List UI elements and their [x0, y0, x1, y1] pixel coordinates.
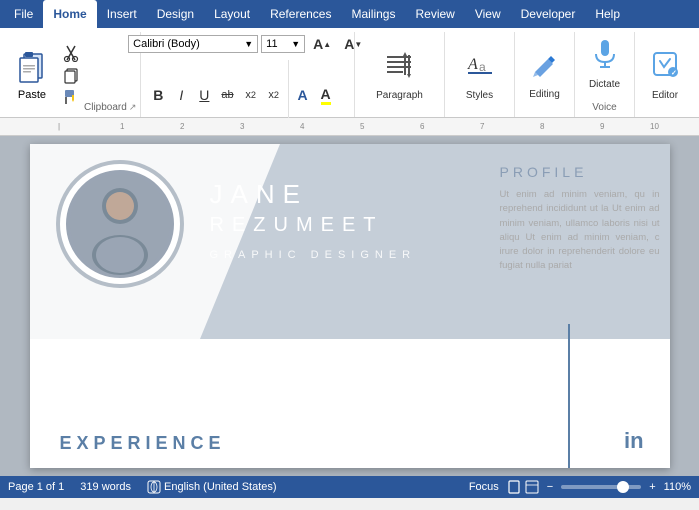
font-group: Calibri (Body) ▼ 11 ▼ A▲ A▼ B I U ab x2 … — [141, 32, 355, 117]
clipboard-group-label: Clipboard — [84, 100, 127, 115]
format-painter-button[interactable] — [58, 87, 84, 107]
editor-label: Editor — [652, 90, 678, 101]
resume-avatar — [60, 164, 180, 284]
text-effects-button[interactable]: A — [292, 85, 314, 105]
editor-icon: ✓ — [650, 49, 680, 88]
resume-profile-section: PROFILE Ut enim ad minim veniam, qu in r… — [500, 164, 660, 274]
resume-role: GRAPHIC DESIGNER — [210, 249, 417, 261]
tab-layout[interactable]: Layout — [204, 0, 260, 28]
zoom-thumb — [617, 481, 629, 493]
zoom-slider[interactable] — [561, 485, 641, 489]
view-modes — [507, 480, 539, 494]
word-count: 319 words — [80, 481, 131, 493]
resume-last-name: REZUMEET — [210, 214, 384, 237]
styles-icon: A a — [464, 49, 496, 88]
document-page[interactable]: JANE REZUMEET GRAPHIC DESIGNER PROFILE U… — [30, 144, 670, 468]
superscript-button[interactable]: x2 — [263, 87, 285, 103]
tab-file[interactable]: File — [4, 0, 43, 28]
italic-button[interactable]: I — [170, 85, 192, 105]
subscript-button[interactable]: x2 — [240, 87, 262, 103]
paragraph-label: Paragraph — [376, 90, 423, 101]
zoom-out-button[interactable]: − — [547, 481, 553, 493]
svg-text:in: in — [624, 428, 644, 453]
resume-experience-title: EXPERIENCE — [60, 433, 226, 454]
status-bar: Page 1 of 1 319 words English (United St… — [0, 476, 699, 498]
tab-design[interactable]: Design — [147, 0, 204, 28]
tab-mailings[interactable]: Mailings — [341, 0, 405, 28]
styles-label: Styles — [466, 90, 493, 101]
resume-experience-section: EXPERIENCE in — [60, 426, 670, 460]
zoom-in-button[interactable]: + — [649, 481, 655, 493]
ruler: | 1 2 3 4 5 6 7 8 9 10 — [0, 118, 699, 136]
clipboard-small-buttons — [58, 34, 84, 115]
print-layout-icon[interactable] — [507, 480, 521, 494]
font-size-select[interactable]: 11 ▼ — [261, 35, 305, 53]
svg-text:a: a — [479, 60, 486, 74]
resume-wrapper: JANE REZUMEET GRAPHIC DESIGNER PROFILE U… — [30, 144, 670, 468]
highlight-button[interactable]: A — [315, 84, 337, 107]
resume-profile-heading: PROFILE — [500, 164, 660, 180]
ribbon: Paste Clipboard ↗ Calibri (Body) — [0, 28, 699, 118]
editing-label: Editing — [529, 89, 560, 100]
tab-view[interactable]: View — [465, 0, 511, 28]
styles-group: A a Styles — [445, 32, 515, 117]
zoom-level[interactable]: 110% — [664, 481, 691, 493]
tab-review[interactable]: Review — [405, 0, 464, 28]
editing-button[interactable]: Editing — [520, 46, 570, 104]
dictate-label: Dictate — [589, 79, 620, 90]
editing-icon — [530, 50, 560, 87]
editor-group: ✓ Editor — [635, 32, 695, 117]
resume-first-name: JANE — [210, 179, 308, 210]
svg-text:A: A — [467, 56, 478, 73]
language-icon — [147, 480, 161, 494]
strikethrough-button[interactable]: ab — [216, 87, 238, 103]
editing-group: Editing — [515, 32, 575, 117]
tab-developer[interactable]: Developer — [511, 0, 586, 28]
paragraph-button[interactable]: Paragraph — [368, 45, 431, 105]
editor-button[interactable]: ✓ Editor — [640, 45, 690, 105]
styles-button[interactable]: A a Styles — [455, 45, 505, 105]
tab-help[interactable]: Help — [585, 0, 630, 28]
paragraph-group: Paragraph — [355, 32, 445, 117]
clipboard-expand-icon[interactable]: ↗ — [129, 102, 137, 113]
tab-home[interactable]: Home — [43, 0, 96, 28]
paste-icon — [14, 49, 50, 89]
web-layout-icon[interactable] — [525, 480, 539, 494]
underline-button[interactable]: U — [193, 85, 215, 105]
dictate-group: Dictate Voice — [575, 32, 635, 117]
dictate-icon — [590, 38, 620, 77]
font-name-select[interactable]: Calibri (Body) ▼ — [128, 35, 258, 53]
resume-profile-text: Ut enim ad minim veniam, qu in reprehend… — [500, 188, 660, 274]
tab-references[interactable]: References — [260, 0, 341, 28]
copy-button[interactable] — [58, 65, 84, 85]
voice-label: Voice — [592, 100, 616, 115]
ribbon-tab-bar: File Home Insert Design Layout Reference… — [0, 0, 699, 28]
focus-mode[interactable]: Focus — [469, 481, 499, 493]
clipboard-group: Paste Clipboard ↗ — [4, 32, 141, 117]
font-size-dropdown-icon: ▼ — [291, 39, 300, 49]
tab-insert[interactable]: Insert — [97, 0, 147, 28]
dictate-button[interactable]: Dictate — [580, 34, 630, 94]
status-right-controls: Focus − + 110% — [469, 480, 691, 494]
document-area[interactable]: JANE REZUMEET GRAPHIC DESIGNER PROFILE U… — [0, 136, 699, 476]
grow-font-button[interactable]: A▲ — [308, 34, 336, 54]
paragraph-icon — [383, 49, 415, 88]
bold-button[interactable]: B — [147, 85, 169, 105]
linkedin-icon: in — [622, 426, 650, 460]
paste-label: Paste — [18, 89, 46, 101]
language-indicator[interactable]: English (United States) — [147, 480, 277, 494]
svg-text:✓: ✓ — [671, 70, 677, 77]
cut-button[interactable] — [58, 43, 84, 63]
font-name-dropdown-icon: ▼ — [244, 39, 253, 49]
page-info: Page 1 of 1 — [8, 481, 64, 493]
paste-button[interactable]: Paste — [8, 34, 56, 115]
